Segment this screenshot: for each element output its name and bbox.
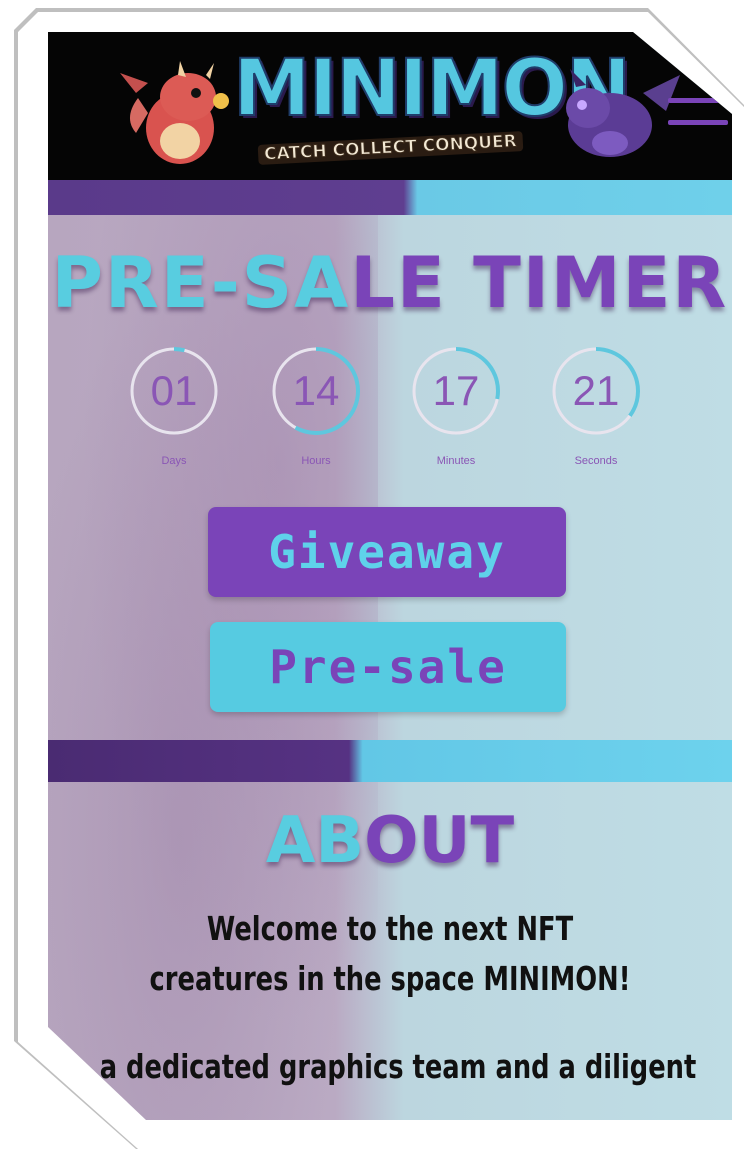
hours-ring: 14 [270, 345, 362, 437]
countdown-label: Hours [301, 455, 331, 467]
about-title-part1: AB [265, 804, 365, 878]
countdown-hours: 14 Hours [266, 345, 366, 467]
timer-title-part1: PRE-SA [51, 242, 351, 324]
countdown: 01 Days 14 Hours 17 Minutes 21 Seconds [124, 345, 664, 475]
about-paragraph: a dedicated graphics team and a diligent [99, 1047, 697, 1086]
countdown-value: 14 [292, 367, 340, 414]
about-paragraph: Welcome to the next NFT creatures in the… [149, 909, 631, 998]
about-title: ABOUT [48, 804, 732, 878]
minutes-ring: 17 [410, 345, 502, 437]
red-dragon-mascot-icon [120, 61, 229, 164]
divider-band-bottom [48, 740, 732, 782]
mobile-screen: MINIMON CATCH COLLECT CONQUER PRE-SALE T… [48, 32, 732, 1120]
seconds-ring: 21 [550, 345, 642, 437]
countdown-minutes: 17 Minutes [406, 345, 506, 467]
site-header: MINIMON CATCH COLLECT CONQUER [48, 32, 732, 180]
countdown-days: 01 Days [124, 345, 224, 467]
timer-title-part2: LE TIMER [350, 242, 729, 324]
countdown-value: 21 [572, 367, 620, 414]
divider-band-top [48, 180, 732, 215]
countdown-value: 17 [432, 367, 480, 414]
presale-timer-title: PRE-SALE TIMER [48, 242, 732, 324]
presale-button[interactable]: Pre-sale [210, 622, 566, 712]
countdown-seconds: 21 Seconds [546, 345, 646, 467]
countdown-label: Seconds [574, 455, 618, 467]
logo-tagline: CATCH COLLECT CONQUER [257, 131, 524, 165]
site-logo[interactable]: MINIMON CATCH COLLECT CONQUER [118, 38, 680, 176]
about-title-part2: OUT [364, 804, 515, 878]
countdown-label: Days [161, 455, 187, 467]
countdown-label: Minutes [436, 455, 476, 467]
days-ring: 01 [128, 345, 220, 437]
giveaway-button[interactable]: Giveaway [208, 507, 566, 597]
countdown-value: 01 [150, 367, 198, 414]
